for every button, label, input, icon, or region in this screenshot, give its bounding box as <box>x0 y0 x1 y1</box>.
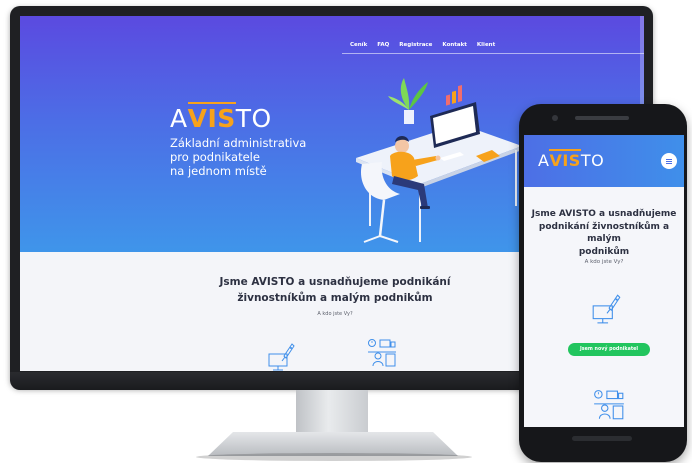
menu-icon-bar <box>666 163 672 165</box>
desk-worker-illustration <box>356 78 522 243</box>
nav-link-faq[interactable]: FAQ <box>377 42 389 48</box>
nav-link-registrace[interactable]: Registrace <box>399 42 432 48</box>
monitor-stand-neck <box>296 390 368 434</box>
phone-title-line-3: podnikům <box>578 246 630 257</box>
phone-home-bar <box>572 436 632 441</box>
phone-logo-suffix: TO <box>580 151 605 170</box>
phone-logo[interactable]: AVISTO <box>538 151 604 170</box>
office-desk-icon[interactable] <box>366 338 398 370</box>
menu-icon-bar <box>666 160 672 162</box>
phone-logo-accent: VIS <box>549 151 581 170</box>
nav-link-klient[interactable]: Klient <box>477 42 495 48</box>
phone-header: AVISTO <box>524 135 684 187</box>
logo-suffix: TO <box>235 104 272 133</box>
rocket-monitor-icon[interactable] <box>266 340 298 371</box>
logo-letter-a: A <box>170 104 188 133</box>
desktop-section-subtitle: A kdo jste Vy? <box>317 311 353 317</box>
office-desk-icon[interactable] <box>592 389 626 423</box>
desktop-section-title: Jsme AVISTO a usnadňujeme podnikání živn… <box>200 274 470 306</box>
new-entrepreneur-button[interactable]: Jsem nový podnikatel <box>568 343 650 356</box>
phone-screen: AVISTO Jsme AVISTO a usnadňujeme podniká… <box>524 135 684 427</box>
phone-speaker <box>575 116 629 120</box>
rocket-monitor-icon[interactable] <box>590 291 624 325</box>
logo-accent: VIS <box>187 104 236 133</box>
desktop-title-line-1: Jsme AVISTO a usnadňujeme podnikání <box>219 276 451 288</box>
phone-section-title: Jsme AVISTO a usnadňujeme podnikání živn… <box>530 208 678 258</box>
menu-icon[interactable] <box>661 153 677 169</box>
phone-title-line-1: Jsme AVISTO a usnadňujeme <box>531 209 677 219</box>
top-navigation: Ceník FAQ Registrace Kontakt Klient <box>342 36 644 54</box>
hero-tagline: Základní administrativa pro podnikatele … <box>170 136 330 178</box>
phone-section-subtitle: A kdo jste Vy? <box>584 259 624 265</box>
menu-icon-bar <box>666 158 672 160</box>
hero-tagline-line-1: Základní administrativa <box>170 136 307 150</box>
hero-logo[interactable]: AVISTO <box>170 104 272 133</box>
hero-tagline-line-3: na jednom místě <box>170 164 267 178</box>
monitor-stand-shadow <box>196 453 472 461</box>
phone-camera <box>552 115 558 121</box>
nav-link-cenik[interactable]: Ceník <box>350 42 367 48</box>
phone-logo-letter-a: A <box>538 151 550 170</box>
desktop-title-line-2: živnostníkům a malým podnikům <box>237 292 433 304</box>
nav-link-kontakt[interactable]: Kontakt <box>442 42 467 48</box>
hero-tagline-line-2: pro podnikatele <box>170 150 260 164</box>
phone-title-line-2: podnikání živnostníkům a malým <box>538 221 670 245</box>
